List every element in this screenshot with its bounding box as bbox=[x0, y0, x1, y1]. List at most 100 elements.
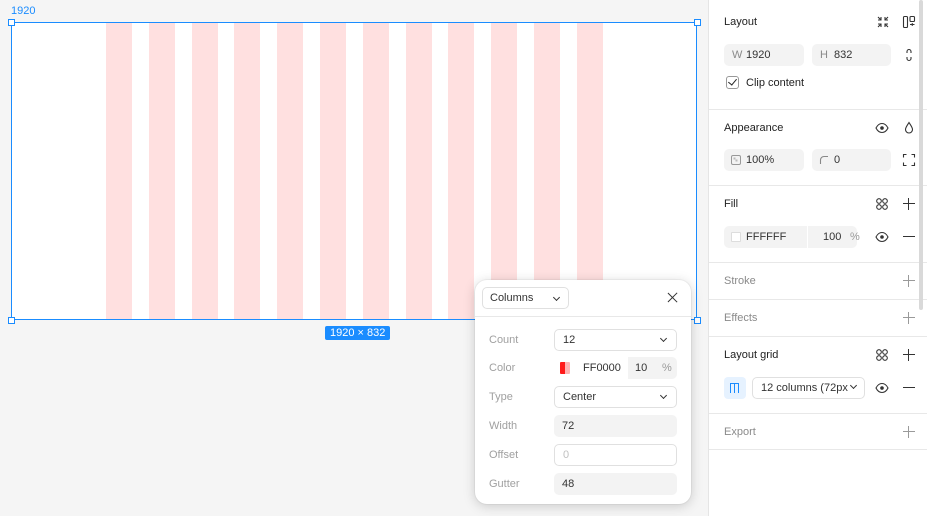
gutter-row: Gutter 48 bbox=[475, 473, 691, 495]
offset-row: Offset 0 bbox=[475, 444, 691, 466]
grid-column bbox=[534, 23, 560, 319]
grid-column bbox=[106, 23, 132, 319]
opacity-icon bbox=[731, 155, 741, 165]
clip-content-label[interactable]: Clip content bbox=[746, 77, 804, 89]
corner-radius-value: 0 bbox=[834, 154, 841, 166]
layout-grid-select[interactable]: 12 columns (72px bbox=[752, 377, 865, 399]
resize-handle-bottom-right[interactable] bbox=[694, 317, 701, 324]
stroke-section[interactable]: Stroke bbox=[709, 263, 927, 300]
color-opacity[interactable]: 10 bbox=[635, 357, 647, 379]
stroke-title: Stroke bbox=[724, 275, 756, 287]
width-prefix: W bbox=[732, 49, 743, 61]
eye-icon[interactable] bbox=[875, 230, 889, 244]
grid-column bbox=[277, 23, 303, 319]
color-field[interactable]: FF0000 10 % bbox=[554, 357, 677, 379]
remove-fill-minus-icon[interactable] bbox=[902, 230, 916, 244]
grid-column bbox=[491, 23, 517, 319]
width-field[interactable]: W 1920 bbox=[724, 44, 804, 66]
chevron-down-icon bbox=[659, 391, 668, 400]
chevron-down-icon bbox=[552, 293, 561, 302]
grid-column bbox=[192, 23, 218, 319]
grid-type-label: Columns bbox=[490, 292, 534, 304]
grid-column bbox=[448, 23, 474, 319]
count-value: 12 bbox=[563, 334, 576, 346]
gutter-label: Gutter bbox=[489, 478, 520, 490]
offset-input[interactable]: 0 bbox=[554, 444, 677, 466]
appearance-title: Appearance bbox=[724, 122, 784, 134]
add-layout-grid-plus-icon[interactable] bbox=[902, 348, 916, 362]
corner-radius-icon bbox=[819, 155, 828, 164]
opacity-field[interactable]: 100% bbox=[724, 149, 804, 171]
grid-column bbox=[363, 23, 389, 319]
layout-grid-title: Layout grid bbox=[724, 349, 779, 361]
close-icon[interactable] bbox=[666, 291, 679, 304]
resize-icon[interactable] bbox=[876, 15, 890, 29]
grid-column bbox=[149, 23, 175, 319]
popover-header: Columns bbox=[475, 280, 691, 317]
properties-panel: Layout W 1920 H 832 Clip content Appeara… bbox=[708, 0, 927, 516]
export-section[interactable]: Export bbox=[709, 414, 927, 450]
fill-opacity[interactable]: 100 bbox=[823, 226, 841, 248]
grid-column bbox=[320, 23, 346, 319]
fill-color-field[interactable]: FFFFFF 100 % bbox=[724, 226, 860, 248]
color-hex[interactable]: FF0000 bbox=[583, 357, 621, 379]
chevron-down-icon bbox=[849, 381, 858, 390]
color-label: Color bbox=[489, 362, 516, 374]
grid-type-select[interactable]: Columns bbox=[482, 287, 569, 309]
layout-grid-section: Layout grid 12 columns (72px bbox=[709, 337, 927, 414]
clip-content-checkbox[interactable] bbox=[726, 76, 739, 89]
corner-radius-field[interactable]: 0 bbox=[812, 149, 891, 171]
color-row: Color FF0000 10 % bbox=[475, 357, 691, 379]
size-badge: 1920 × 832 bbox=[325, 326, 391, 340]
resize-handle-top-right[interactable] bbox=[694, 19, 701, 26]
styles-icon[interactable] bbox=[875, 197, 889, 211]
fill-section: Fill FFFFFF 100 % bbox=[709, 186, 927, 263]
percent-sign: % bbox=[662, 362, 672, 374]
resize-handle-top-left[interactable] bbox=[8, 19, 15, 26]
effects-section[interactable]: Effects bbox=[709, 300, 927, 337]
width-input[interactable]: 72 bbox=[554, 415, 677, 437]
drop-icon[interactable] bbox=[902, 121, 916, 135]
count-row: Count 12 bbox=[475, 329, 691, 351]
fullscreen-icon[interactable] bbox=[902, 153, 916, 167]
fill-title: Fill bbox=[724, 198, 739, 210]
add-export-plus-icon[interactable] bbox=[902, 425, 916, 439]
fill-swatch[interactable] bbox=[731, 232, 741, 242]
layout-title: Layout bbox=[724, 16, 758, 28]
type-select[interactable]: Center bbox=[554, 386, 677, 408]
height-prefix: H bbox=[820, 49, 828, 61]
fill-percent: % bbox=[850, 231, 860, 243]
add-fill-plus-icon[interactable] bbox=[902, 197, 916, 211]
count-select[interactable]: 12 bbox=[554, 329, 677, 351]
layout-auto-icon[interactable] bbox=[902, 15, 916, 29]
constrain-proportions-icon[interactable] bbox=[902, 48, 916, 62]
gutter-input[interactable]: 48 bbox=[554, 473, 677, 495]
add-stroke-plus-icon[interactable] bbox=[902, 274, 916, 288]
frame[interactable] bbox=[11, 22, 697, 320]
frame-label[interactable]: 1920 bbox=[11, 5, 35, 17]
add-effect-plus-icon[interactable] bbox=[902, 311, 916, 325]
width-label: Width bbox=[489, 420, 518, 432]
styles-icon[interactable] bbox=[875, 348, 889, 362]
chevron-down-icon bbox=[659, 334, 668, 343]
fill-hex: FFFFFF bbox=[746, 231, 787, 243]
width-value: 1920 bbox=[746, 49, 771, 61]
panel-scrollbar[interactable] bbox=[919, 0, 923, 310]
color-swatch[interactable] bbox=[560, 362, 570, 374]
eye-icon[interactable] bbox=[875, 381, 889, 395]
columns-grid-icon[interactable] bbox=[724, 377, 746, 399]
grid-column bbox=[234, 23, 260, 319]
export-title: Export bbox=[724, 426, 756, 438]
height-value: 832 bbox=[834, 49, 853, 61]
remove-layout-grid-minus-icon[interactable] bbox=[902, 381, 916, 395]
opacity-value: 100% bbox=[746, 154, 775, 166]
grid-column bbox=[406, 23, 432, 319]
height-field[interactable]: H 832 bbox=[812, 44, 891, 66]
layout-grid-popover: Columns Count 12 Color FF0000 10 % Type … bbox=[475, 280, 691, 504]
appearance-section: Appearance 100% 0 bbox=[709, 110, 927, 186]
resize-handle-bottom-left[interactable] bbox=[8, 317, 15, 324]
eye-icon[interactable] bbox=[875, 121, 889, 135]
layout-section: Layout W 1920 H 832 Clip content bbox=[709, 0, 927, 110]
count-label: Count bbox=[489, 334, 519, 346]
width-row: Width 72 bbox=[475, 415, 691, 437]
